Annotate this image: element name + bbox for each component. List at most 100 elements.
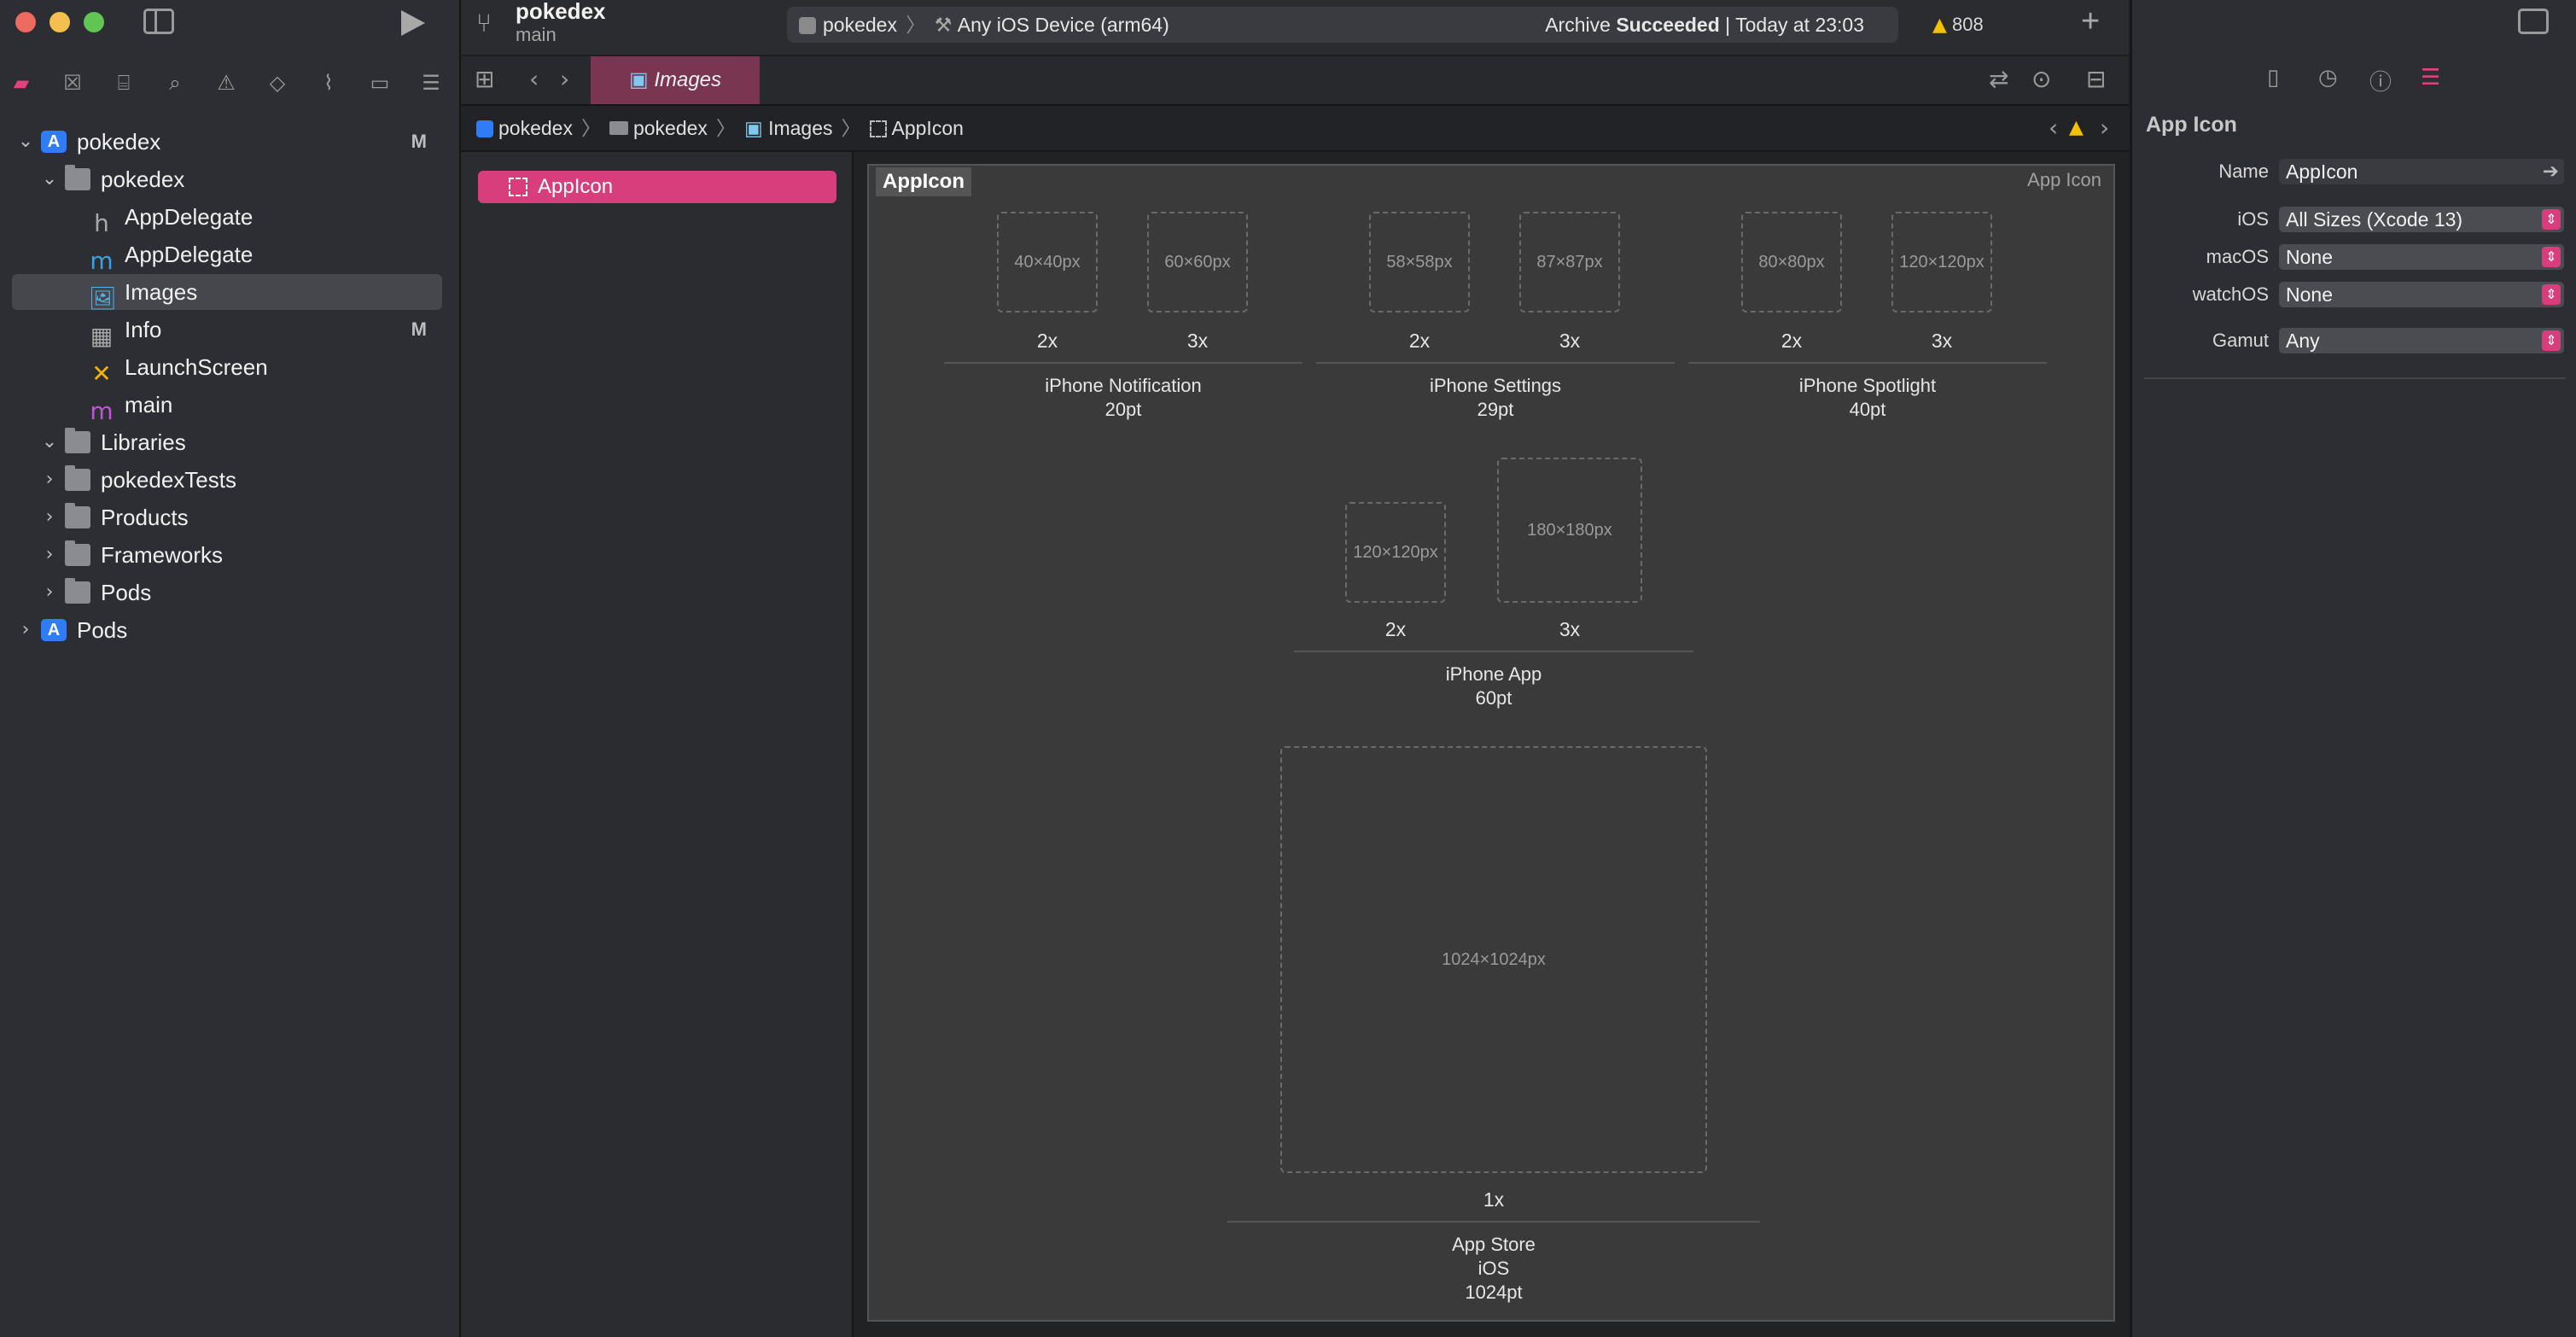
tree-item-launchscreen[interactable]: ✕ LaunchScreen — [12, 349, 442, 388]
attributes-inspector-icon[interactable]: ☰ — [2421, 65, 2440, 90]
icon-slot[interactable]: 58×58px — [1369, 212, 1470, 312]
swap-icon[interactable]: ⇄ — [1989, 65, 2008, 93]
chevron-right-icon: 〉 — [841, 117, 861, 139]
group-label: iPhone Settings 29pt — [1316, 374, 1675, 422]
tree-item-info[interactable]: ▦ Info M — [12, 312, 442, 350]
name-field[interactable]: AppIcon ➔ — [2279, 159, 2564, 184]
chevron-right-icon: 〉 — [906, 14, 926, 36]
project-navigator-icon[interactable]: ▰ — [9, 70, 34, 96]
asset-editor: AppIcon App Icon 40×40px 60×60px 2x 3x i… — [854, 152, 2129, 1337]
group-size: 20pt — [1104, 399, 1142, 420]
group-label: iPhone Notification 20pt — [944, 374, 1303, 422]
tree-item-main[interactable]: m main — [12, 387, 442, 425]
find-navigator-icon[interactable]: ⌕ — [162, 70, 188, 96]
file-inspector-icon[interactable]: ▯ — [2267, 65, 2279, 90]
icon-slot[interactable]: 120×120px — [1891, 212, 1992, 312]
tree-item-label: Frameworks — [101, 542, 224, 568]
activity-view[interactable]: pokedex 〉 ⚒ Any iOS Device (arm64) Archi… — [787, 7, 1898, 43]
debug-navigator-icon[interactable]: ⌇ — [316, 70, 341, 96]
test-navigator-icon[interactable]: ◇ — [265, 70, 290, 96]
ios-popup[interactable]: All Sizes (Xcode 13) — [2279, 207, 2564, 232]
issue-navigator-icon[interactable]: ⚠ — [213, 70, 239, 96]
icon-slot[interactable]: 60×60px — [1147, 212, 1248, 312]
tab-label: Images — [654, 68, 722, 91]
icon-slot[interactable]: 87×87px — [1519, 212, 1620, 312]
related-items-icon[interactable]: ⊞ — [475, 65, 494, 93]
ios-value: All Sizes (Xcode 13) — [2286, 208, 2463, 231]
project-icon — [41, 619, 67, 641]
go-arrow-icon[interactable]: ➔ — [2543, 159, 2559, 184]
asset-item-appicon[interactable]: AppIcon — [478, 171, 836, 203]
help-inspector-icon[interactable]: ⓘ — [2369, 65, 2392, 96]
asset-item-label: AppIcon — [538, 175, 614, 198]
tree-item-products[interactable]: › Products — [12, 499, 442, 535]
sidebar-toggle-icon[interactable] — [143, 9, 174, 34]
status-prefix: Archive — [1545, 14, 1611, 36]
tree-item-appdelegate-m[interactable]: m AppDelegate — [12, 236, 442, 275]
inspector-divider — [2144, 377, 2566, 379]
zoom-window-button[interactable] — [84, 12, 104, 32]
scheme-selector[interactable]: pokedex 〉 ⚒ Any iOS Device (arm64) — [799, 7, 1169, 43]
chevron-right-icon[interactable]: › — [41, 499, 58, 535]
tree-item-project-pokedex[interactable]: ⌄ pokedex M — [12, 124, 442, 160]
appicon-set-panel: AppIcon App Icon 40×40px 60×60px 2x 3x i… — [867, 164, 2115, 1322]
breadcrumb-item[interactable]: AppIcon — [892, 117, 964, 139]
icon-slot[interactable]: 40×40px — [997, 212, 1098, 312]
destination-name[interactable]: Any iOS Device (arm64) — [958, 14, 1169, 36]
icon-slot[interactable]: 1024×1024px — [1280, 746, 1707, 1173]
add-editor-icon[interactable]: ⊟ — [2086, 65, 2106, 93]
icon-slot[interactable]: 80×80px — [1741, 212, 1842, 312]
previous-issue-icon[interactable]: ‹ — [2049, 106, 2058, 150]
chevron-down-icon[interactable]: ⌄ — [41, 424, 58, 460]
inspector-toggle-icon[interactable] — [2518, 9, 2549, 34]
forward-icon[interactable]: › — [560, 65, 569, 93]
more-options-icon[interactable]: ⊙ — [2031, 65, 2051, 93]
chevron-right-icon[interactable]: › — [41, 537, 58, 573]
macos-popup[interactable]: None — [2279, 244, 2564, 270]
set-type: App Icon — [2027, 169, 2101, 190]
minimize-window-button[interactable] — [50, 12, 70, 32]
chevron-right-icon[interactable]: › — [41, 462, 58, 498]
tree-item-frameworks[interactable]: › Frameworks — [12, 537, 442, 573]
source-control-icon[interactable]: ☒ — [60, 70, 85, 96]
asset-catalog-icon: 🖼 — [89, 286, 118, 312]
next-issue-icon[interactable]: › — [2100, 106, 2109, 150]
tree-item-libraries[interactable]: ⌄ Libraries — [12, 424, 442, 460]
chevron-right-icon[interactable]: › — [41, 575, 58, 610]
gamut-popup[interactable]: Any — [2279, 328, 2564, 353]
icon-slot[interactable]: 180×180px — [1497, 458, 1642, 603]
tree-item-group-pokedex[interactable]: ⌄ pokedex — [12, 161, 442, 197]
breadcrumb-item[interactable]: pokedex — [633, 117, 708, 139]
tree-item-pods-project[interactable]: › Pods — [12, 612, 442, 648]
slot-size: 60×60px — [1164, 252, 1231, 271]
tab-images[interactable]: ▣ Images — [591, 56, 760, 104]
watchos-popup[interactable]: None — [2279, 282, 2564, 307]
breadcrumb-item[interactable]: Images — [768, 117, 832, 139]
icon-slot[interactable]: 120×120px — [1345, 502, 1446, 603]
breakpoint-navigator-icon[interactable]: ▭ — [367, 70, 393, 96]
breadcrumb-item[interactable]: pokedex — [498, 117, 573, 139]
tree-item-appdelegate-h[interactable]: h AppDelegate — [12, 199, 442, 237]
tree-item-pods-group[interactable]: › Pods — [12, 575, 442, 610]
symbol-navigator-icon[interactable]: ⌸ — [111, 70, 137, 96]
warning-icon[interactable]: ▲ — [2069, 106, 2084, 150]
tree-item-pokedextests[interactable]: › pokedexTests — [12, 462, 442, 498]
group-divider — [1688, 362, 2047, 364]
back-icon[interactable]: ‹ — [529, 65, 539, 93]
history-inspector-icon[interactable]: ◷ — [2318, 65, 2338, 90]
chevron-down-icon[interactable]: ⌄ — [17, 124, 34, 160]
report-navigator-icon[interactable]: ☰ — [418, 70, 444, 96]
run-button[interactable] — [401, 10, 425, 36]
scale-label: 3x — [1186, 330, 1209, 352]
navigator-selector-bar: ▰ ☒ ⌸ ⌕ ⚠ ◇ ⌇ ▭ ☰ — [0, 63, 459, 102]
folder-icon — [65, 165, 90, 190]
chevron-right-icon[interactable]: › — [17, 612, 34, 648]
chevron-down-icon[interactable]: ⌄ — [41, 161, 58, 197]
warnings-count[interactable]: ▲ 808 — [1932, 7, 1984, 44]
add-library-icon[interactable]: + — [2081, 3, 2100, 40]
slot-size: 120×120px — [1353, 542, 1438, 562]
attributes-inspector: ▯ ◷ ⓘ ☰ App Icon Name AppIcon ➔ iOS All S… — [2130, 0, 2576, 1337]
scale-label: 2x — [1780, 330, 1803, 352]
tree-item-images[interactable]: 🖼 Images — [12, 274, 442, 312]
close-window-button[interactable] — [15, 12, 36, 32]
